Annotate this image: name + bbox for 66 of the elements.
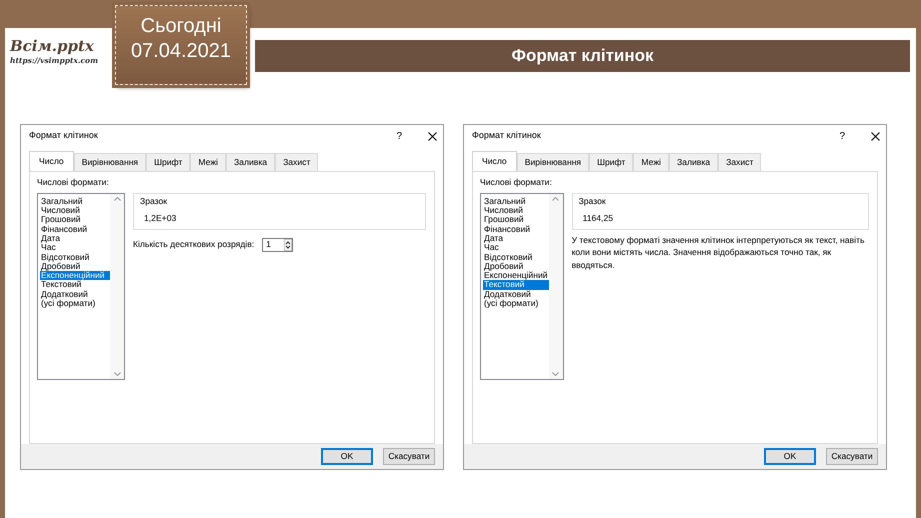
- sample-value: 1,2E+03: [143, 212, 178, 225]
- slide-title: Формат клітинок: [255, 40, 910, 72]
- tab[interactable]: Межі: [633, 153, 669, 171]
- list-item[interactable]: Фінансовий: [483, 224, 549, 234]
- list-item[interactable]: Фінансовий: [40, 224, 110, 234]
- list-item[interactable]: Дата: [483, 234, 549, 244]
- list-item[interactable]: (усі формати): [40, 299, 110, 308]
- sample-value: 1164,25: [582, 212, 614, 225]
- list-item[interactable]: Грошовий: [483, 215, 549, 225]
- tab[interactable]: Число: [472, 151, 517, 171]
- list-item[interactable]: (усі формати): [483, 299, 549, 308]
- window-title: Формат клітинок: [472, 129, 542, 142]
- dialog-button[interactable]: OK: [321, 448, 373, 465]
- tab[interactable]: Число: [29, 151, 74, 171]
- list-item[interactable]: Загальний: [40, 196, 110, 206]
- list-item[interactable]: Експоненційний: [483, 271, 549, 280]
- list-item[interactable]: Додатковий: [40, 290, 110, 300]
- tab[interactable]: Захист: [275, 153, 318, 171]
- format-list[interactable]: Загальний Числовий Грошовий Фінансовий Дата Час Відсотковий Дробовий Експоненційний Текстовий Додатковий (усі формати): [480, 192, 564, 380]
- list-item[interactable]: Час: [40, 243, 110, 253]
- dialog-button[interactable]: OK: [764, 448, 816, 465]
- list-item[interactable]: Додатковий: [483, 290, 549, 300]
- list-item[interactable]: Відсотковий: [40, 252, 110, 262]
- list-label: Числові формати:: [37, 176, 110, 189]
- list-item[interactable]: Дата: [40, 234, 110, 244]
- list-item[interactable]: Текстовий: [40, 280, 110, 290]
- list-item[interactable]: Текстовий: [483, 280, 549, 290]
- number-field[interactable]: 1: [262, 238, 294, 252]
- tab[interactable]: Вирівнювання: [74, 153, 146, 171]
- list-item[interactable]: Експоненційний: [40, 271, 110, 280]
- date-text: 07.04.2021: [130, 39, 232, 64]
- list-item[interactable]: Загальний: [483, 196, 549, 206]
- list-label: Числові формати:: [480, 176, 553, 189]
- list-item[interactable]: Час: [483, 243, 549, 253]
- scroll-up-icon[interactable]: [552, 196, 560, 201]
- help-button[interactable]: ?: [839, 128, 845, 144]
- tab[interactable]: Захист: [718, 153, 762, 171]
- sample-label: Зразок: [140, 194, 168, 208]
- logo-text: Всім.pptx: [10, 38, 95, 54]
- window-title: Формат клітинок: [29, 129, 99, 142]
- spinner-arrows-icon[interactable]: [284, 238, 292, 251]
- list-item[interactable]: Числовий: [483, 206, 549, 216]
- list-item[interactable]: Відсотковий: [483, 252, 549, 262]
- list-item[interactable]: Грошовий: [40, 215, 110, 225]
- close-icon[interactable]: [871, 132, 880, 140]
- list-item[interactable]: Дробовий: [483, 262, 549, 272]
- dialog-button[interactable]: Скасувати: [383, 448, 435, 465]
- description-text: У текстовому форматі значення клітинок інтерпретуються як текст, навіть коли вони містять числа. Значення відображаються точно так, як вводяться.: [572, 234, 866, 272]
- format-list[interactable]: Загальний Числовий Грошовий Фінансовий Дата Час Відсотковий Дробовий Експоненційний Текстовий Додатковий (усі формати): [37, 192, 125, 380]
- help-button[interactable]: ?: [396, 128, 402, 144]
- list-item[interactable]: Числовий: [40, 206, 110, 216]
- tab[interactable]: Заливка: [668, 153, 718, 171]
- tab[interactable]: Межі: [190, 153, 226, 171]
- tab[interactable]: Шрифт: [146, 153, 190, 171]
- field-label: Кількість десяткових розрядів:: [133, 238, 254, 251]
- close-icon[interactable]: [428, 132, 437, 140]
- scroll-down-icon[interactable]: [114, 372, 120, 376]
- tab[interactable]: Шрифт: [589, 153, 634, 171]
- scroll-up-icon[interactable]: [114, 196, 120, 201]
- tab[interactable]: Вирівнювання: [516, 153, 590, 171]
- dialog-button[interactable]: Скасувати: [826, 448, 878, 465]
- date-label: Сьогодні: [140, 14, 222, 39]
- sample-label: Зразок: [578, 194, 607, 208]
- tab[interactable]: Заливка: [226, 153, 276, 171]
- list-item[interactable]: Дробовий: [40, 262, 110, 272]
- scroll-down-icon[interactable]: [552, 372, 560, 376]
